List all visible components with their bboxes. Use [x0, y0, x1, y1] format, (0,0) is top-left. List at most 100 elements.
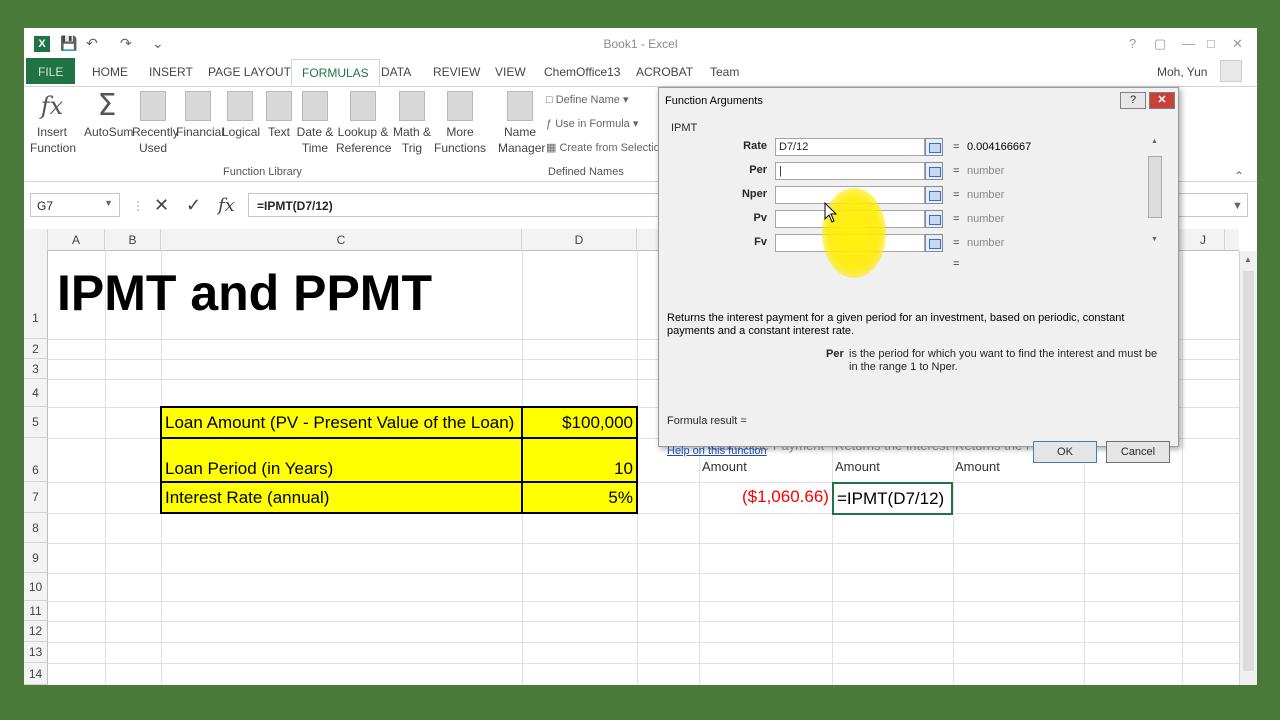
lookup-reference-button[interactable]: Lookup & Reference	[336, 91, 391, 156]
text-label: Text	[267, 125, 290, 139]
loan-period-value-cell[interactable]: 10	[521, 437, 638, 483]
minimize-icon[interactable]: —	[1182, 36, 1195, 51]
maximize-icon[interactable]: □	[1207, 36, 1215, 51]
cancel-entry-icon[interactable]: ✕	[154, 195, 169, 216]
use-in-formula-button[interactable]: ƒ Use in Formula ▾	[546, 117, 638, 130]
payment-value-cell[interactable]: ($1,060.66)	[742, 487, 829, 507]
row-header-1[interactable]: 1	[24, 251, 48, 339]
tab-view[interactable]: VIEW	[495, 65, 526, 79]
active-cell-g7[interactable]: =IPMT(D7/12)	[832, 482, 953, 515]
scroll-up-icon[interactable]: ▲	[1151, 138, 1158, 145]
column-header-a[interactable]: A	[48, 229, 105, 251]
row-header-2[interactable]: 2	[24, 339, 48, 359]
collapse-ribbon-icon[interactable]: ⌃	[1234, 169, 1244, 183]
dialog-scroll-thumb[interactable]	[1148, 156, 1162, 218]
math-trig-button[interactable]: Math & Trig	[392, 91, 432, 156]
gridline	[1182, 251, 1183, 685]
arg-label-pv: Pv	[753, 212, 767, 224]
arg-input-per[interactable]: |	[775, 162, 925, 180]
overall-result-equals: =	[953, 258, 960, 270]
loan-period-label-cell[interactable]: Loan Period (in Years)	[160, 437, 523, 483]
tab-file[interactable]: FILE	[26, 58, 76, 84]
column-header-j[interactable]: J	[1182, 229, 1225, 251]
range-select-icon[interactable]	[925, 186, 943, 204]
tab-page-layout[interactable]: PAGE LAYOUT	[208, 65, 291, 79]
name-box[interactable]: G7 ▼	[30, 193, 120, 217]
row-header-9[interactable]: 9	[24, 543, 48, 573]
interest-rate-value-cell[interactable]: 5%	[521, 481, 638, 514]
scrollbar-thumb[interactable]	[1243, 271, 1254, 671]
select-all-corner[interactable]	[24, 229, 48, 251]
cancel-button[interactable]: Cancel	[1106, 441, 1170, 463]
sigma-icon: Σ	[97, 88, 117, 123]
insert-function-button[interactable]: fx Insert Function	[30, 91, 76, 156]
row-header-3[interactable]: 3	[24, 359, 48, 379]
math-trig-label: Math & Trig	[392, 125, 431, 155]
dialog-help-button[interactable]: ?	[1120, 92, 1146, 109]
loan-amount-value-cell[interactable]: $100,000	[521, 406, 638, 439]
scroll-up-icon[interactable]: ▲	[1244, 255, 1252, 264]
tab-formulas[interactable]: FORMULAS	[291, 59, 380, 87]
row-header-11[interactable]: 11	[24, 601, 48, 621]
dialog-close-button[interactable]: ✕	[1149, 92, 1175, 109]
insert-function-icon[interactable]: fx	[218, 195, 235, 216]
name-box-value: G7	[37, 199, 54, 213]
financial-button[interactable]: Financial	[176, 91, 224, 140]
row-header-12[interactable]: 12	[24, 621, 48, 642]
tab-chemoffice[interactable]: ChemOffice13	[544, 65, 620, 79]
row-header-8[interactable]: 8	[24, 513, 48, 543]
loan-amount-label-cell[interactable]: Loan Amount (PV - Present Value of the L…	[160, 406, 523, 439]
text-button[interactable]: Text	[264, 91, 294, 140]
gridline	[48, 573, 1239, 574]
gridline	[48, 543, 1239, 544]
tab-acrobat[interactable]: ACROBAT	[636, 65, 693, 79]
vertical-scrollbar[interactable]: ▲	[1239, 251, 1257, 685]
row-header-13[interactable]: 13	[24, 642, 48, 663]
autosum-label: AutoSum	[84, 125, 134, 139]
range-select-icon[interactable]	[925, 162, 943, 180]
ribbon-display-icon[interactable]: ▢	[1154, 36, 1166, 52]
define-name-button[interactable]: □ Define Name ▾	[546, 93, 628, 106]
logical-button[interactable]: Logical	[222, 91, 260, 140]
name-manager-button[interactable]: Name Manager	[498, 91, 545, 156]
dialog-scrollbar[interactable]: ▲ ▼	[1148, 138, 1162, 248]
column-header-b[interactable]: B	[105, 229, 161, 251]
title-bar: X 💾 ↶ ↷ ⌄ Book1 - Excel ? ▢ — □ ✕	[24, 28, 1257, 58]
date-time-button[interactable]: Date & Time	[296, 91, 334, 156]
range-select-icon[interactable]	[925, 234, 943, 252]
arg-input-rate[interactable]: D7/12	[775, 138, 925, 156]
defined-names-label: Defined Names	[548, 166, 624, 178]
row-header-4[interactable]: 4	[24, 379, 48, 407]
ok-button[interactable]: OK	[1033, 441, 1097, 463]
avatar[interactable]	[1220, 60, 1242, 82]
range-select-icon[interactable]	[925, 138, 943, 156]
tab-team[interactable]: Team	[710, 65, 739, 79]
row-header-10[interactable]: 10	[24, 573, 48, 601]
column-header-c[interactable]: C	[161, 229, 522, 251]
expand-formula-bar-icon[interactable]: ▼	[1232, 200, 1243, 212]
scroll-down-icon[interactable]: ▼	[1151, 236, 1158, 243]
interest-rate-label-cell[interactable]: Interest Rate (annual)	[160, 481, 523, 514]
user-name[interactable]: Moh, Yun	[1157, 65, 1207, 79]
enter-entry-icon[interactable]: ✓	[186, 195, 201, 216]
help-icon[interactable]: ?	[1129, 36, 1136, 51]
chevron-down-icon[interactable]: ▼	[104, 198, 113, 208]
range-select-icon[interactable]	[925, 210, 943, 228]
sheet-title[interactable]: IPMT and PPMT	[57, 264, 432, 322]
row-header-5[interactable]: 5	[24, 407, 48, 438]
create-from-selection-button[interactable]: ▦ Create from Selectio	[546, 141, 660, 154]
close-icon[interactable]: ✕	[1232, 36, 1243, 52]
tab-insert[interactable]: INSERT	[149, 65, 193, 79]
tab-home[interactable]: HOME	[92, 65, 128, 79]
autosum-button[interactable]: Σ AutoSum	[84, 88, 134, 140]
recently-used-button[interactable]: Recently Used	[132, 91, 179, 156]
more-functions-button[interactable]: More Functions	[434, 91, 486, 156]
column-header-d[interactable]: D	[522, 229, 637, 251]
help-on-function-link[interactable]: Help on this function	[667, 445, 767, 457]
row-header-14[interactable]: 14	[24, 663, 48, 685]
row-header-6[interactable]: 6	[24, 438, 48, 482]
arg-result-fv: number	[967, 237, 1005, 249]
tab-data[interactable]: DATA	[381, 65, 411, 79]
row-header-7[interactable]: 7	[24, 482, 48, 513]
tab-review[interactable]: REVIEW	[433, 65, 480, 79]
